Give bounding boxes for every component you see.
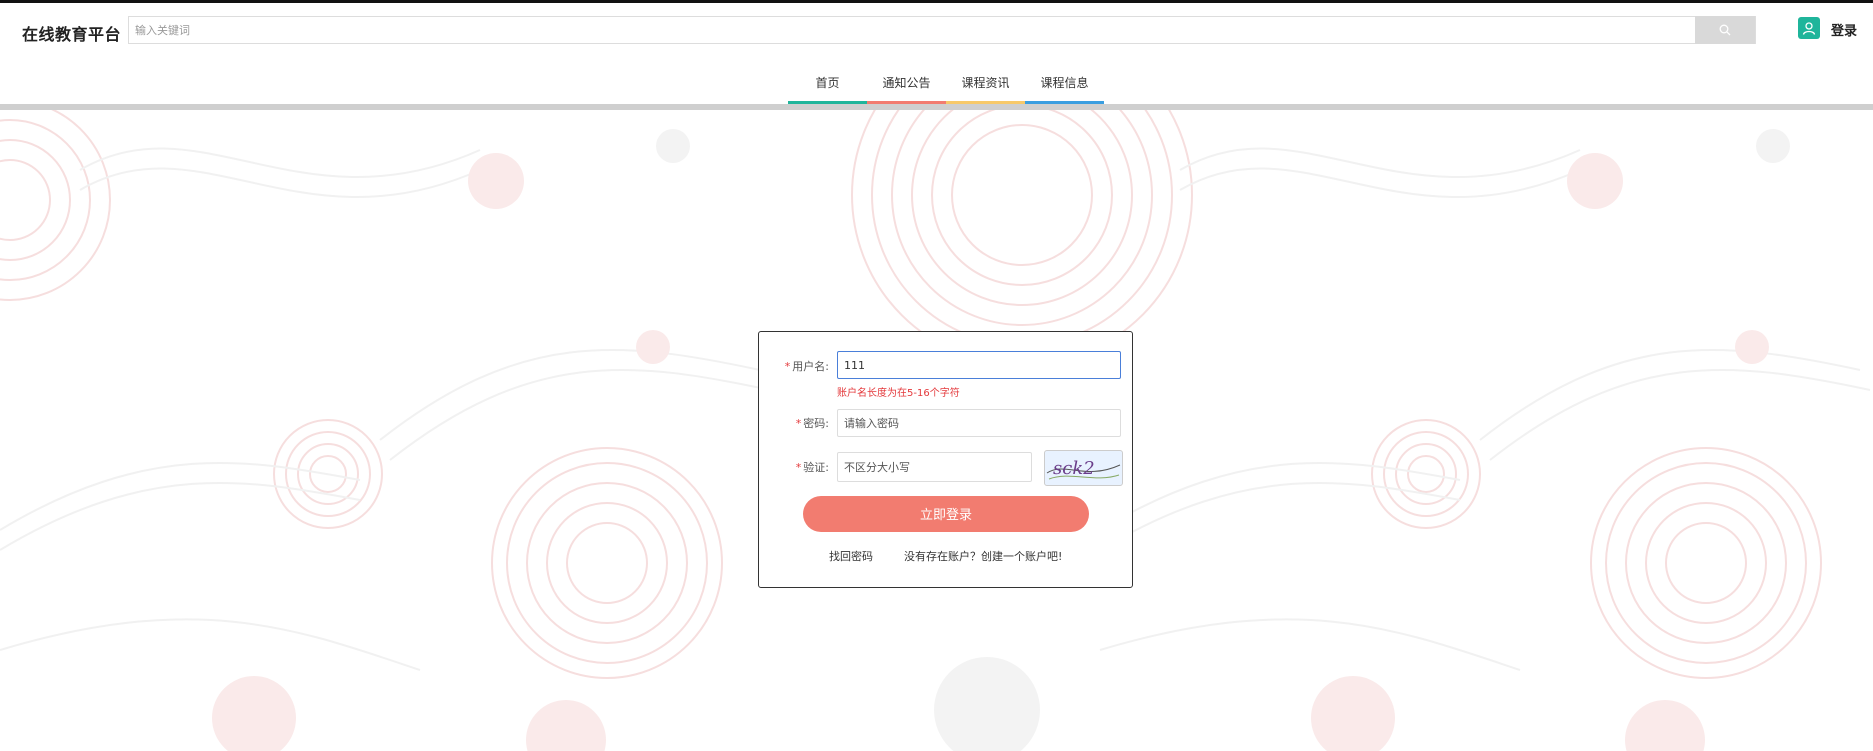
username-input[interactable] bbox=[837, 351, 1121, 379]
password-label: * 密码: bbox=[795, 417, 829, 430]
username-error-message: 账户名长度为在5-16个字符 bbox=[837, 388, 960, 399]
login-submit-button[interactable]: 立即登录 bbox=[803, 496, 1089, 532]
captcha-input[interactable] bbox=[837, 452, 1032, 482]
captcha-label: * 验证: bbox=[795, 461, 829, 474]
username-label: * 用户名: bbox=[784, 360, 829, 373]
nav-item-label: 通知公告 bbox=[882, 76, 931, 90]
password-input[interactable] bbox=[837, 409, 1121, 437]
login-form: *用户名: 账户名长度为在5-16个字符 *密码: *验证: sck2 立即登录… bbox=[758, 331, 1133, 588]
nav-item-label: 课程信息 bbox=[1040, 76, 1089, 90]
search-input[interactable] bbox=[129, 17, 1706, 43]
nav-item-label: 课程资讯 bbox=[961, 76, 1010, 90]
captcha-image[interactable]: sck2 bbox=[1044, 450, 1123, 486]
captcha-text: sck2 bbox=[1053, 458, 1095, 479]
nav-item-home[interactable]: 首页 bbox=[788, 70, 867, 108]
user-icon[interactable] bbox=[1798, 17, 1820, 39]
captcha-graphic: sck2 bbox=[1046, 458, 1121, 480]
search-bar bbox=[128, 16, 1756, 44]
register-link[interactable]: 没有存在账户？创建一个账户吧! bbox=[904, 548, 1062, 564]
search-icon bbox=[1719, 24, 1731, 36]
site-logo: 在线教育平台 bbox=[22, 25, 122, 44]
nav-item-course-info[interactable]: 课程信息 bbox=[1025, 70, 1104, 108]
header-login-link[interactable]: 登录 bbox=[1831, 20, 1857, 39]
nav-item-course-news[interactable]: 课程资讯 bbox=[946, 70, 1025, 108]
forgot-password-link[interactable]: 找回密码 bbox=[829, 548, 873, 564]
nav-item-label: 首页 bbox=[815, 76, 840, 90]
nav-item-notices[interactable]: 通知公告 bbox=[867, 70, 946, 108]
search-button[interactable] bbox=[1695, 16, 1755, 44]
